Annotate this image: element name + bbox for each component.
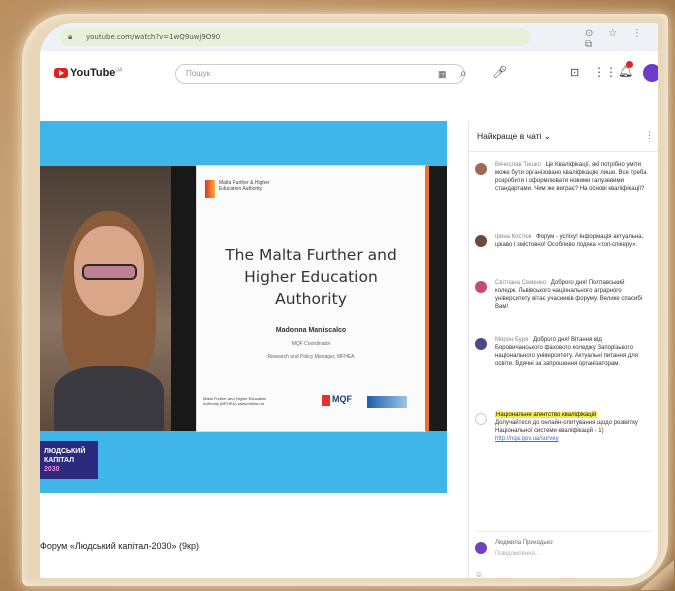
slide-role: MQF Coordinator xyxy=(291,341,331,347)
youtube-play-icon xyxy=(54,68,68,79)
presentation-slide: Malta Further & Higher Education Authori… xyxy=(197,166,425,431)
avatar xyxy=(475,542,487,554)
slide-presenter: Madonna Maniscalco xyxy=(275,327,347,334)
chat-author: Ірина Костюк xyxy=(495,234,532,240)
slide-role-secondary: Research and Policy Manager, MFHEA xyxy=(267,354,355,360)
emoji-icon[interactable]: ☺ xyxy=(475,570,483,578)
lock-icon: 🔒︎ xyxy=(68,32,73,41)
browser-toolbar-icons[interactable]: ⊙ ☆ ⋮ ⧉ xyxy=(585,28,658,50)
video-player[interactable]: Malta Further & Higher Education Authori… xyxy=(40,121,447,493)
chat-input-area[interactable]: Людмила Приходько Повідомлення... xyxy=(475,531,653,572)
cast-icon[interactable]: ⊡ xyxy=(570,66,579,79)
live-chat-panel: Найкраще в чаті ⌄ ⋮ Вячеслав Тишко Це Кв… xyxy=(468,121,658,578)
avatar xyxy=(475,338,487,350)
apps-grid-icon[interactable]: ⋮⋮ xyxy=(593,65,617,79)
notification-badge xyxy=(626,61,633,68)
chat-text: Долучайтеся до онлайн-опитування щодо ро… xyxy=(495,420,638,434)
mfhea-logo-mark xyxy=(205,180,215,198)
chat-author: Світлана Семенко xyxy=(495,280,547,286)
avatar xyxy=(475,235,487,247)
youtube-header: YouTubeUA Пошук ▦ ⌕ 🎤︎ ⊡ ⋮⋮ 🔔︎ xyxy=(40,51,658,97)
mfhea-logo-text: Malta Further & Higher Education Authori… xyxy=(219,180,270,192)
chat-author: Мирон Буря xyxy=(495,337,529,343)
webcam-feed xyxy=(40,166,171,431)
event-logo-line2: КАПІТАЛ xyxy=(44,457,75,464)
event-logo-line1: ЛЮДСЬКИЙ xyxy=(44,448,86,455)
slide-side-stripe xyxy=(425,166,447,431)
event-logo-year: 2030 xyxy=(44,466,60,473)
address-url: youtube.com/watch?v=1wQ9uwj9O90 xyxy=(86,33,221,41)
youtube-logo-text: YouTube xyxy=(70,67,116,79)
slide-title: The Malta Further and Higher Education A… xyxy=(225,246,397,308)
chat-input-username: Людмила Приходько xyxy=(495,540,553,546)
address-bar[interactable]: 🔒︎ youtube.com/watch?v=1wQ9uwj9O90 xyxy=(60,28,530,46)
video-title: Форум «Людський капітал-2030» (9кр) xyxy=(40,541,199,551)
chat-link[interactable]: http://nqa.gov.ua/survey xyxy=(495,436,559,442)
mqf-logo-mark xyxy=(322,395,330,406)
avatar xyxy=(475,163,487,175)
partner-logo xyxy=(367,396,407,408)
search-icon[interactable]: ⌕ xyxy=(460,66,467,81)
chat-message-input[interactable]: Повідомлення... xyxy=(495,551,540,557)
chat-author-highlight: Національне агентство кваліфікацій xyxy=(495,412,598,418)
speaker-glasses xyxy=(82,264,137,280)
slide-border xyxy=(171,166,197,431)
more-options-icon[interactable]: ⋮ xyxy=(645,130,654,141)
event-logo: ЛЮДСЬКИЙ КАПІТАЛ 2030 xyxy=(40,441,98,479)
chat-header: Найкраще в чаті ⌄ ⋮ xyxy=(469,121,658,152)
avatar xyxy=(475,413,487,425)
avatar xyxy=(475,281,487,293)
microphone-icon[interactable]: 🎤︎ xyxy=(492,65,507,79)
search-input[interactable]: Пошук xyxy=(175,64,465,84)
youtube-logo[interactable]: YouTubeUA xyxy=(54,67,122,79)
mqf-logo-text: MQF xyxy=(332,394,352,404)
chat-mode-dropdown[interactable]: Найкраще в чаті ⌄ xyxy=(477,131,551,142)
keyboard-icon[interactable]: ▦ xyxy=(438,69,447,80)
youtube-region: UA xyxy=(115,67,123,74)
avatar[interactable] xyxy=(643,64,658,82)
slide-footer: Malta Further and Higher Education Autho… xyxy=(203,396,267,406)
browser-window: 🔒︎ youtube.com/watch?v=1wQ9uwj9O90 ⊙ ☆ ⋮… xyxy=(40,23,658,578)
browser-toolbar: 🔒︎ youtube.com/watch?v=1wQ9uwj9O90 ⊙ ☆ ⋮… xyxy=(40,23,658,51)
chat-author: Вячеслав Тишко xyxy=(495,162,541,168)
speaker-shirt xyxy=(54,366,164,431)
